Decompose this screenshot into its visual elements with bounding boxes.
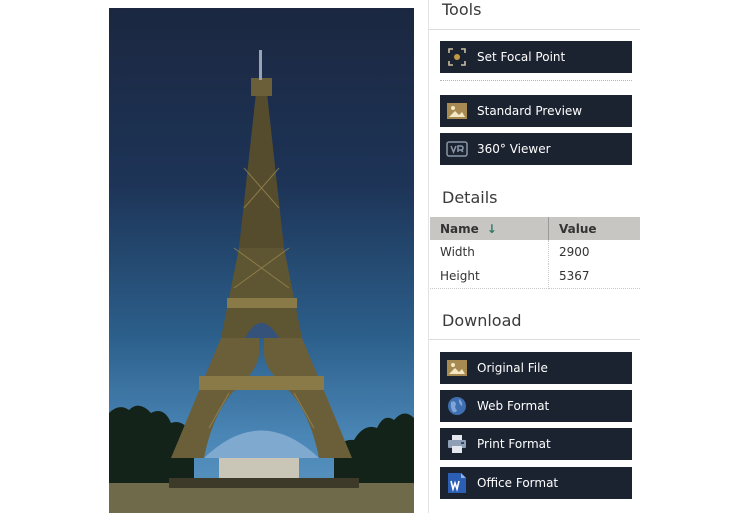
printer-icon <box>446 434 468 454</box>
details-table: Name ↓ Value Width 2900 Height 5367 <box>430 217 640 289</box>
sort-down-arrow-icon: ↓ <box>486 221 497 236</box>
web-format-label: Web Format <box>477 399 550 413</box>
set-focal-point-label: Set Focal Point <box>477 50 566 64</box>
divider <box>429 29 640 30</box>
standard-preview-button[interactable]: Standard Preview <box>440 95 632 127</box>
original-file-label: Original File <box>477 361 548 375</box>
table-row: Width 2900 <box>430 240 640 264</box>
standard-preview-label: Standard Preview <box>477 104 583 118</box>
image-preview <box>109 8 414 513</box>
table-row: Height 5367 <box>430 264 640 289</box>
office-format-label: Office Format <box>477 476 559 490</box>
download-heading: Download <box>442 311 522 330</box>
360-viewer-button[interactable]: 360° Viewer <box>440 133 632 165</box>
360-viewer-label: 360° Viewer <box>477 142 551 156</box>
set-focal-point-button[interactable]: Set Focal Point <box>440 41 632 73</box>
value-column-header[interactable]: Value <box>548 217 640 240</box>
vr-icon <box>446 139 468 159</box>
office-format-button[interactable]: Office Format <box>440 467 632 499</box>
image-icon <box>446 101 468 121</box>
word-document-icon <box>446 473 468 493</box>
name-column-header[interactable]: Name ↓ <box>430 217 549 240</box>
print-format-button[interactable]: Print Format <box>440 428 632 460</box>
row-name: Height <box>430 264 549 289</box>
web-format-button[interactable]: Web Format <box>440 390 632 422</box>
tools-heading: Tools <box>442 0 482 19</box>
details-heading: Details <box>442 188 498 207</box>
original-file-button[interactable]: Original File <box>440 352 632 384</box>
divider <box>429 339 640 340</box>
row-value: 2900 <box>559 245 590 259</box>
row-name: Width <box>430 240 549 264</box>
eiffel-tower-photo <box>109 50 414 513</box>
divider <box>440 80 632 81</box>
sidebar: Tools Set Focal Point Standard Preview 3… <box>428 0 640 513</box>
focal-point-icon <box>446 47 468 67</box>
image-icon <box>446 358 468 378</box>
globe-icon <box>446 396 468 416</box>
print-format-label: Print Format <box>477 437 551 451</box>
row-value: 5367 <box>548 264 640 289</box>
